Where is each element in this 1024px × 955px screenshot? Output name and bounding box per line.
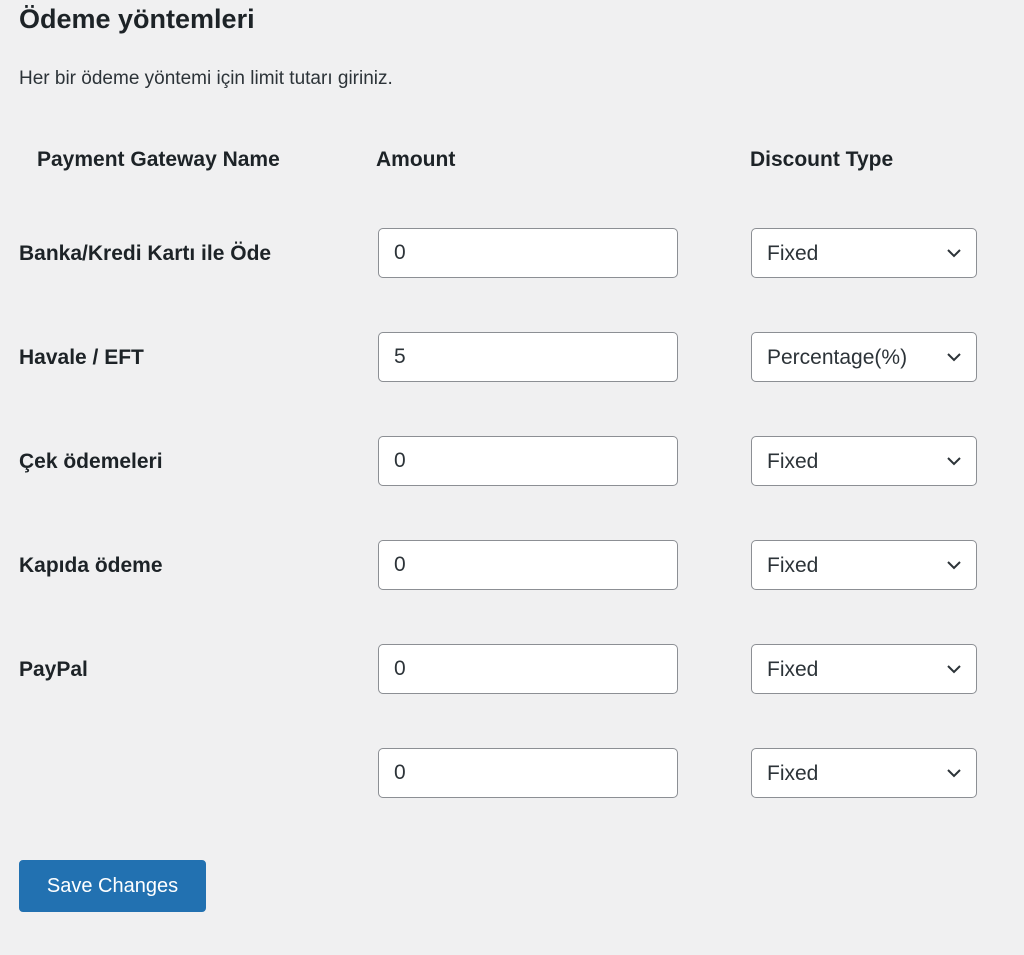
table-row: PayPal Fixed	[0, 644, 1024, 696]
amount-input[interactable]	[378, 644, 678, 694]
gateway-name: Kapıda ödeme	[19, 554, 163, 577]
discount-type-value: Fixed	[767, 658, 819, 681]
discount-type-value: Fixed	[767, 450, 819, 473]
chevron-down-icon	[947, 249, 961, 258]
amount-input[interactable]	[378, 748, 678, 798]
page-title: Ödeme yöntemleri	[19, 4, 255, 34]
gateway-name: Çek ödemeleri	[19, 450, 163, 473]
discount-type-select[interactable]: Fixed	[751, 644, 977, 694]
payment-methods-settings: Ödeme yöntemleri Her bir ödeme yöntemi i…	[0, 0, 1024, 955]
discount-type-value: Fixed	[767, 762, 819, 785]
chevron-down-icon	[947, 457, 961, 466]
gateway-name: Havale / EFT	[19, 346, 144, 369]
page-description: Her bir ödeme yöntemi için limit tutarı …	[19, 68, 393, 89]
amount-input[interactable]	[378, 228, 678, 278]
column-header-amount: Amount	[376, 148, 456, 171]
discount-type-select[interactable]: Fixed	[751, 228, 977, 278]
discount-type-value: Fixed	[767, 242, 819, 265]
table-row: Fixed	[0, 748, 1024, 800]
table-row: Çek ödemeleri Fixed	[0, 436, 1024, 488]
discount-type-value: Fixed	[767, 554, 819, 577]
chevron-down-icon	[947, 769, 961, 778]
table-row: Kapıda ödeme Fixed	[0, 540, 1024, 592]
table-row: Havale / EFT Percentage(%)	[0, 332, 1024, 384]
column-header-gateway-name: Payment Gateway Name	[37, 148, 280, 171]
amount-input[interactable]	[378, 436, 678, 486]
gateway-name: PayPal	[19, 658, 88, 681]
amount-input[interactable]	[378, 332, 678, 382]
chevron-down-icon	[947, 665, 961, 674]
discount-type-value: Percentage(%)	[767, 346, 908, 369]
save-changes-button[interactable]: Save Changes	[19, 860, 206, 912]
discount-type-select[interactable]: Fixed	[751, 540, 977, 590]
discount-type-select[interactable]: Fixed	[751, 436, 977, 486]
chevron-down-icon	[947, 561, 961, 570]
table-row: Banka/Kredi Kartı ile Öde Fixed	[0, 228, 1024, 280]
discount-type-select[interactable]: Fixed	[751, 748, 977, 798]
column-header-discount-type: Discount Type	[750, 148, 894, 171]
amount-input[interactable]	[378, 540, 678, 590]
discount-type-select[interactable]: Percentage(%)	[751, 332, 977, 382]
gateway-name: Banka/Kredi Kartı ile Öde	[19, 242, 272, 265]
chevron-down-icon	[947, 353, 961, 362]
